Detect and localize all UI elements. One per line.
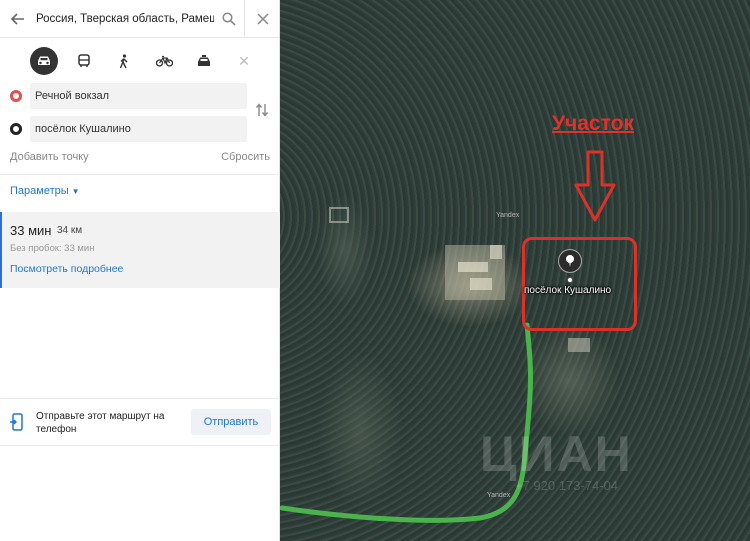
back-arrow-icon[interactable] — [0, 0, 36, 38]
taxi-icon — [198, 54, 210, 66]
send-to-phone-text: Отправьте этот маршрут на телефон — [36, 411, 165, 435]
mode-pedestrian[interactable] — [104, 46, 144, 76]
mode-taxi[interactable] — [184, 46, 224, 76]
building — [470, 278, 492, 290]
route-point-a[interactable]: Речной вокзал — [10, 83, 247, 109]
route-point-b[interactable]: посёлок Кушалино — [10, 116, 247, 142]
plot-highlight — [522, 237, 637, 331]
no-traffic-time: Без пробок: 33 мин — [10, 243, 95, 254]
route-from-field[interactable]: Речной вокзал — [30, 83, 247, 109]
route-distance: 34 км — [57, 225, 83, 236]
search-icon[interactable] — [214, 0, 244, 38]
details-link[interactable]: Посмотреть подробнее — [10, 263, 123, 275]
close-icon[interactable] — [244, 0, 280, 38]
point-b-icon — [10, 123, 22, 135]
mode-car[interactable] — [24, 46, 64, 76]
close-modes-icon[interactable]: ✕ — [224, 46, 264, 76]
swap-icon[interactable] — [255, 103, 269, 117]
mode-bicycle[interactable] — [144, 46, 184, 76]
pedestrian-icon — [119, 53, 128, 68]
watermark-phone: +7 920 173-74-04 — [515, 478, 619, 493]
structure — [329, 207, 349, 223]
reset-link[interactable]: Сбросить — [221, 151, 270, 163]
send-to-phone-bar: Отправьте этот маршрут на телефон Отправ… — [0, 398, 280, 446]
arrow-down-icon — [574, 150, 616, 222]
map-provider-mark: Yandex — [487, 492, 511, 499]
send-button[interactable]: Отправить — [191, 409, 271, 435]
bicycle-icon — [155, 55, 173, 67]
car-icon — [30, 47, 58, 75]
plot-label: Участок — [552, 112, 634, 135]
transport-mode-selector: ✕ — [24, 46, 264, 76]
map-provider-mark: Yandex — [496, 212, 520, 219]
watermark: ЦИАН — [480, 426, 633, 482]
route-panel: ✕ Речной вокзал посёлок Кушалино Добавит… — [0, 0, 280, 541]
caret-down-icon: ▼ — [71, 187, 80, 196]
building — [490, 245, 502, 259]
mode-bus[interactable] — [64, 46, 104, 76]
location-pin-icon[interactable] — [558, 249, 582, 273]
place-label[interactable]: посёлок Кушалино — [524, 285, 611, 296]
route-option[interactable]: 33 мин 34 км Без пробок: 33 мин Посмотре… — [0, 212, 280, 288]
building — [458, 262, 488, 272]
search-bar — [0, 0, 280, 38]
search-input[interactable] — [36, 3, 214, 34]
divider — [0, 174, 280, 175]
parameters-toggle[interactable]: Параметры ▼ — [10, 185, 80, 197]
pin-anchor — [567, 277, 573, 283]
route-to-field[interactable]: посёлок Кушалино — [30, 116, 247, 142]
point-a-icon — [10, 90, 22, 102]
parameters-label: Параметры — [10, 185, 69, 197]
add-point-link[interactable]: Добавить точку — [10, 151, 89, 163]
phone-icon — [10, 413, 24, 436]
building — [568, 338, 590, 352]
route-time: 33 мин — [10, 223, 52, 238]
bus-icon — [78, 54, 90, 67]
